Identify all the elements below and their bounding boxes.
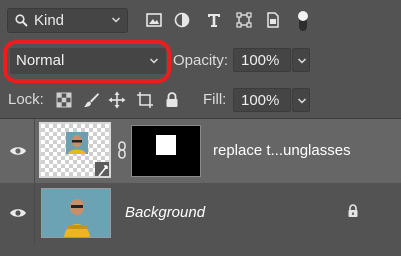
layer-thumbnail[interactable] <box>41 188 111 238</box>
layer-name[interactable]: replace t...unglasses <box>213 142 351 159</box>
pixel-layer-filter-icon[interactable] <box>145 11 163 29</box>
filter-kind-label: Kind <box>34 12 65 29</box>
chevron-down-icon <box>111 17 121 23</box>
opacity-label: Opacity: <box>173 52 229 69</box>
adjustment-layer-filter-icon[interactable] <box>173 11 191 29</box>
fill-label: Fill: <box>203 91 227 108</box>
filter-toggle-switch-icon[interactable] <box>296 9 310 33</box>
lock-options-bar: Lock: Fill: 100% <box>0 82 401 118</box>
visibility-column-divider <box>34 184 35 246</box>
layer-row-background[interactable]: Background <box>0 184 401 246</box>
lock-label: Lock: <box>8 91 44 108</box>
mask-link-chain-icon[interactable] <box>117 141 127 159</box>
lock-position-move-icon[interactable] <box>108 91 126 109</box>
lock-all-icon[interactable] <box>163 91 181 109</box>
opacity-input[interactable]: 100% <box>233 48 291 72</box>
lock-image-pixels-brush-icon[interactable] <box>82 91 100 109</box>
lock-artboard-icon[interactable] <box>136 91 154 109</box>
blend-mode-dropdown[interactable]: Normal <box>10 48 166 74</box>
smart-object-filter-icon[interactable] <box>264 11 282 29</box>
blend-mode-value: Normal <box>16 52 65 69</box>
background-photo-image <box>42 189 110 237</box>
visibility-eye-icon[interactable] <box>9 207 27 219</box>
chevron-down-icon <box>297 98 307 104</box>
layer-locked-icon <box>348 204 358 217</box>
layer-row-smart-object[interactable]: replace t...unglasses <box>0 119 401 183</box>
visibility-column-divider <box>34 119 35 183</box>
opacity-slider-button[interactable] <box>292 48 310 72</box>
portrait-thumbnail-image <box>66 132 109 176</box>
visibility-eye-icon[interactable] <box>9 145 27 157</box>
filter-kind-dropdown[interactable]: Kind <box>7 8 128 33</box>
layer-name[interactable]: Background <box>125 204 205 221</box>
fill-slider-button[interactable] <box>292 88 310 112</box>
chevron-down-icon <box>297 58 307 64</box>
search-icon <box>15 14 28 27</box>
fill-input[interactable]: 100% <box>233 88 291 112</box>
mask-white-area <box>156 135 176 155</box>
type-layer-filter-icon[interactable] <box>205 11 223 29</box>
shape-layer-filter-icon[interactable] <box>235 11 253 29</box>
layer-filter-bar: Kind <box>0 0 401 40</box>
layer-mask-thumbnail[interactable] <box>131 125 201 177</box>
blend-options-bar: Normal Opacity: 100% <box>0 40 401 82</box>
layer-thumbnail[interactable] <box>39 122 111 178</box>
chevron-down-icon <box>149 58 159 64</box>
lock-transparent-pixels-icon[interactable] <box>55 91 73 109</box>
